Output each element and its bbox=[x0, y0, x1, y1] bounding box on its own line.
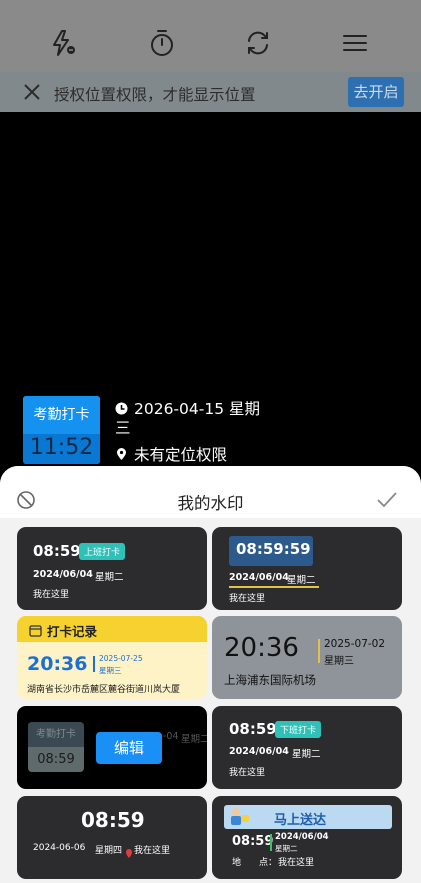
watermark-label: 考勤打卡 bbox=[23, 396, 100, 434]
card-weekday: 星期三 bbox=[324, 656, 354, 667]
card-date-partial: -04 bbox=[163, 731, 179, 742]
card-time: 20:36 bbox=[27, 653, 88, 675]
watermark-time: 11:52 bbox=[23, 434, 100, 464]
location-pin-icon bbox=[115, 447, 128, 460]
card-time: 20:36 bbox=[224, 633, 299, 663]
watermark-location: 未有定位权限 bbox=[134, 446, 228, 464]
watermark-card-time-box[interactable]: 08:59:59 2024/06/04 星期二 我在这里 bbox=[212, 527, 402, 610]
divider-line bbox=[229, 586, 319, 588]
menu-icon[interactable] bbox=[340, 28, 370, 58]
watermark-card-simple[interactable]: 08:59 2024-06-06 星期四 我在这里 bbox=[17, 796, 207, 879]
divider-line bbox=[93, 656, 95, 672]
card-place: 我在这里 bbox=[33, 590, 70, 600]
mini-badge: 考勤打卡 08:59 bbox=[28, 722, 84, 772]
card-weekday: 星期二 bbox=[275, 844, 298, 853]
card-time: 08:59:59 bbox=[236, 540, 311, 558]
card-date: 2024/06/04 bbox=[33, 569, 93, 580]
delivery-title: 马上送达 bbox=[274, 813, 327, 828]
card-time: 08:59 bbox=[229, 720, 277, 738]
divider-line bbox=[318, 639, 320, 663]
card-tag: 上班打卡 bbox=[79, 543, 126, 560]
card-weekday: 星期二 bbox=[292, 749, 321, 760]
preview-watermark-badge[interactable]: 考勤打卡 11:52 bbox=[23, 396, 100, 464]
location-pin-icon bbox=[125, 843, 133, 858]
card-place: 上海浦东国际机场 bbox=[224, 673, 316, 687]
card-weekday: 星期三 bbox=[99, 666, 122, 675]
calendar-icon bbox=[29, 622, 42, 637]
card-tag: 下班打卡 bbox=[275, 721, 322, 738]
record-title: 打卡记录 bbox=[47, 624, 98, 639]
card-time: 08:59 bbox=[232, 834, 274, 849]
card-weekday: 星期四 bbox=[95, 846, 123, 856]
mini-badge-label: 考勤打卡 bbox=[28, 722, 84, 747]
enable-location-button[interactable]: 去开启 bbox=[348, 77, 404, 107]
card-date: 2024/06/04 bbox=[229, 572, 289, 583]
card-place: 我在这里 bbox=[229, 768, 266, 778]
card-weekday: 星期二 bbox=[95, 572, 124, 583]
card-time: 08:59 bbox=[81, 808, 145, 832]
sheet-header: 我的水印 bbox=[0, 466, 421, 518]
clock-icon bbox=[115, 401, 128, 415]
card-date: 2024/06/04 bbox=[229, 746, 289, 757]
timer-icon[interactable] bbox=[147, 28, 177, 58]
camera-top-bar bbox=[0, 0, 421, 72]
card-time: 08:59 bbox=[33, 542, 81, 560]
watermark-card-checkin[interactable]: 08:59 上班打卡 2024/06/04 星期二 我在这里 bbox=[17, 527, 207, 610]
close-icon[interactable] bbox=[22, 82, 42, 102]
edit-button[interactable]: 编辑 bbox=[96, 732, 162, 764]
card-place-label: 地 点： bbox=[232, 858, 278, 868]
mini-badge-time: 08:59 bbox=[28, 747, 84, 772]
record-header bbox=[17, 616, 207, 642]
watermark-card-delivery[interactable]: 马上送达 08:59 2024/06/04 星期二 地 点： 我在这里 bbox=[212, 796, 402, 879]
permission-text: 授权位置权限，才能显示位置 bbox=[54, 86, 256, 104]
watermark-date-row: 2026-04-15 星期三 bbox=[115, 400, 275, 438]
watermark-location-row: 未有定位权限 bbox=[115, 443, 227, 465]
card-weekday: 星期二 bbox=[181, 734, 207, 745]
card-place: 我在这里 bbox=[134, 846, 171, 856]
card-place: 我在这里 bbox=[229, 594, 266, 604]
switch-camera-icon[interactable] bbox=[243, 28, 273, 58]
card-date: 2024-06-06 bbox=[33, 843, 86, 853]
watermark-card-record[interactable]: 打卡记录 20:36 2025-07-25 星期三 湖南省长沙市岳麓区麓谷街道川… bbox=[17, 616, 207, 699]
divider-line bbox=[270, 834, 272, 851]
watermark-card-airport[interactable]: 20:36 2025-07-02 星期三 上海浦东国际机场 bbox=[212, 616, 402, 699]
card-place: 我在这里 bbox=[278, 858, 315, 868]
watermark-card-selected[interactable]: 考勤打卡 08:59 -04 星期二 编辑 bbox=[17, 706, 207, 789]
card-weekday: 星期二 bbox=[287, 575, 316, 586]
sheet-title: 我的水印 bbox=[177, 494, 244, 513]
card-date: 2025-07-02 bbox=[324, 638, 386, 650]
card-date: 2025-07-25 bbox=[99, 654, 143, 663]
confirm-check-icon[interactable] bbox=[376, 490, 398, 510]
watermark-card-checkout[interactable]: 08:59 下班打卡 2024/06/04 星期二 我在这里 bbox=[212, 706, 402, 789]
watermark-date: 2026-04-15 星期三 bbox=[115, 400, 261, 437]
card-address: 湖南省长沙市岳麓区麓谷街道川岚大厦 bbox=[27, 685, 181, 695]
delivery-person-icon bbox=[227, 806, 251, 828]
card-date: 2024/06/04 bbox=[275, 832, 329, 842]
flash-auto-icon[interactable] bbox=[48, 28, 78, 58]
